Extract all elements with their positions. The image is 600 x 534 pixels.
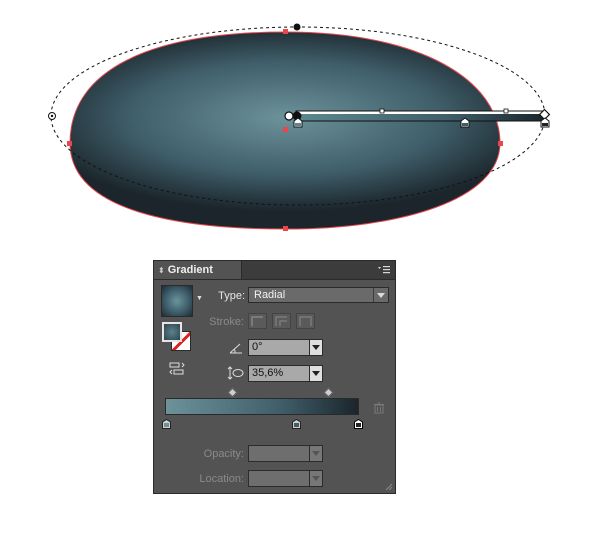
- stroke-label: Stroke:: [209, 316, 244, 328]
- anchor-point[interactable]: [283, 226, 288, 231]
- stroke-along-button[interactable]: [272, 313, 291, 329]
- type-select-value: Radial: [254, 289, 286, 301]
- trash-icon[interactable]: [373, 402, 385, 414]
- panel-header: ⬍ Gradient: [154, 261, 395, 280]
- anchor-point[interactable]: [498, 141, 503, 146]
- center-point[interactable]: [283, 127, 288, 132]
- anchor-point[interactable]: [67, 141, 72, 146]
- angle-dropdown-button[interactable]: [309, 339, 323, 356]
- midpoint-handle[interactable]: [379, 108, 385, 114]
- aspect-handle[interactable]: [293, 23, 301, 31]
- resize-grip-icon[interactable]: [384, 482, 393, 491]
- opacity-label: Opacity:: [203, 448, 244, 460]
- fill-swatch[interactable]: [162, 322, 182, 342]
- location-label: Location:: [199, 473, 244, 485]
- opacity-dropdown-button[interactable]: [309, 445, 323, 462]
- angle-icon: [229, 343, 242, 354]
- aspect-ratio-icon: [227, 366, 244, 380]
- anchor-point[interactable]: [283, 29, 288, 34]
- gradient-stop[interactable]: [162, 419, 171, 429]
- type-select[interactable]: Radial: [248, 287, 389, 303]
- gradient-panel: ⬍ Gradient ▼ Type: Radial Stroke: 0° 35,…: [153, 260, 396, 494]
- midpoint-handle[interactable]: [503, 108, 509, 114]
- type-label: Type:: [218, 290, 245, 302]
- gradient-midpoint[interactable]: [323, 387, 334, 398]
- up-down-arrows-icon[interactable]: ⬍: [158, 266, 165, 275]
- gradient-stop[interactable]: [292, 419, 301, 429]
- location-dropdown-button[interactable]: [309, 470, 323, 487]
- artboard-canvas[interactable]: [0, 0, 600, 250]
- swatch-dropdown-icon[interactable]: ▼: [196, 295, 203, 302]
- panel-menu-icon[interactable]: [377, 264, 391, 276]
- gradient-slider[interactable]: [165, 398, 359, 415]
- stroke-within-button[interactable]: [248, 313, 267, 329]
- gradient-swatch[interactable]: [161, 285, 193, 317]
- gradient-midpoint[interactable]: [227, 387, 238, 398]
- angle-input[interactable]: 0°: [248, 339, 310, 356]
- tab-gradient[interactable]: ⬍ Gradient: [154, 261, 242, 279]
- aspect-ratio-input[interactable]: 35,6%: [248, 365, 310, 382]
- opacity-input[interactable]: [248, 445, 310, 462]
- gradient-stop-selected[interactable]: [354, 419, 363, 429]
- reverse-gradient-icon[interactable]: [168, 361, 186, 377]
- stroke-across-button[interactable]: [296, 313, 315, 329]
- location-input[interactable]: [248, 470, 310, 487]
- chevron-down-icon[interactable]: [373, 288, 388, 302]
- panel-title: Gradient: [167, 264, 213, 276]
- aspect-ratio-dropdown-button[interactable]: [309, 365, 323, 382]
- gradient-origin-handle[interactable]: [284, 111, 294, 121]
